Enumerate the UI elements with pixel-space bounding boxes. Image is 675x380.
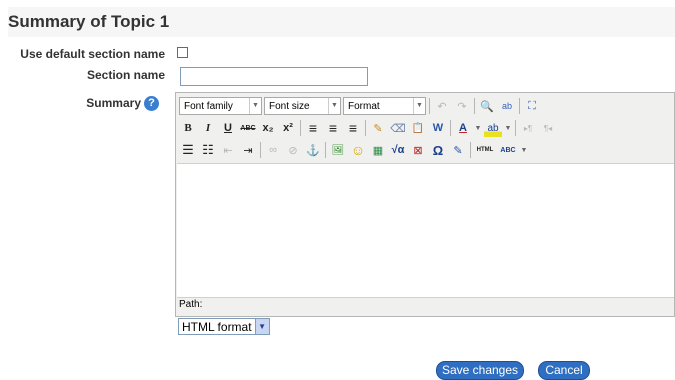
chevron-down-icon[interactable]: ▼ [504, 119, 512, 137]
align-right-icon[interactable]: ≡ [344, 119, 362, 137]
replace-icon[interactable]: ab [498, 97, 516, 115]
editor-toolbar-row-2: B I U ABC x₂ x² ≡ ≡ ≡ ✎ ⌫ 📋 W A ▼ ab ▼ ▸… [179, 118, 557, 138]
edit-table-icon[interactable]: ✎ [449, 141, 467, 159]
indent-icon[interactable]: ⇥ [239, 141, 257, 159]
separator [429, 98, 430, 114]
rtl-icon[interactable]: ¶◂ [539, 119, 557, 137]
image-icon[interactable]: 🖼 [329, 141, 347, 159]
text-format-select[interactable]: HTML format ▼ [178, 318, 270, 335]
subscript-icon[interactable]: x₂ [259, 119, 277, 137]
format-value: Format [348, 100, 380, 112]
chevron-down-icon: ▼ [413, 98, 425, 114]
font-color-icon[interactable]: A [454, 119, 472, 137]
section-name-label: Section name [86, 68, 165, 82]
unlink-icon[interactable]: ⊘ [284, 141, 302, 159]
html-editor: Font family ▼ Font size ▼ Format ▼ ↶ ↷ 🔍 ab… [175, 92, 675, 317]
link-icon[interactable]: ∞ [264, 141, 282, 159]
help-icon[interactable]: ? [144, 96, 159, 111]
chevron-down-icon[interactable]: ▼ [474, 119, 482, 137]
font-family-select[interactable]: Font family ▼ [179, 97, 262, 115]
anchor-icon[interactable]: ⚓ [304, 141, 322, 159]
redo-icon[interactable]: ↷ [453, 97, 471, 115]
emoticon-icon[interactable]: ☺ [349, 141, 367, 159]
separator [470, 142, 471, 158]
cancel-button[interactable]: Cancel [538, 361, 590, 380]
use-default-label: Use default section name [20, 47, 165, 61]
strikethrough-icon[interactable]: ABC [239, 119, 257, 137]
fullscreen-icon[interactable]: ⛶ [523, 97, 541, 115]
find-icon[interactable]: 🔍 [478, 97, 496, 115]
spellcheck-icon[interactable]: ABC [498, 141, 518, 159]
cleanup-icon[interactable]: ✎ [369, 119, 387, 137]
omega-icon[interactable]: Ω [429, 141, 447, 159]
editor-toolbar-row-1: Font family ▼ Font size ▼ Format ▼ ↶ ↷ 🔍 ab… [179, 96, 541, 116]
summary-label: Summary [86, 96, 141, 110]
separator [325, 142, 326, 158]
font-size-select[interactable]: Font size ▼ [264, 97, 341, 115]
bold-icon[interactable]: B [179, 119, 197, 137]
separator [519, 98, 520, 114]
paste-icon[interactable]: 📋 [409, 119, 427, 137]
font-family-value: Font family [184, 100, 233, 112]
italic-icon[interactable]: I [199, 119, 217, 137]
font-size-value: Font size [269, 100, 310, 112]
highlight-color-icon[interactable]: ab [484, 119, 502, 137]
equation-icon[interactable]: √α [389, 141, 407, 159]
html-source-icon[interactable]: HTML [474, 141, 496, 159]
separator [300, 120, 301, 136]
chevron-down-icon: ▼ [249, 98, 261, 114]
text-format-value: HTML format [182, 319, 252, 334]
nolink-icon[interactable]: ⊠ [409, 141, 427, 159]
format-select[interactable]: Format ▼ [343, 97, 426, 115]
separator [474, 98, 475, 114]
undo-icon[interactable]: ↶ [433, 97, 451, 115]
section-name-input[interactable] [180, 67, 368, 86]
separator [260, 142, 261, 158]
editor-toolbar-row-3: ☰ ☷ ⇤ ⇥ ∞ ⊘ ⚓ 🖼 ☺ ▦ √α ⊠ Ω ✎ HTML ABC ▼ [179, 140, 528, 160]
separator [450, 120, 451, 136]
editor-content-area[interactable] [177, 163, 674, 298]
editor-path-label: Path: [179, 299, 203, 310]
separator [515, 120, 516, 136]
superscript-icon[interactable]: x² [279, 119, 297, 137]
align-left-icon[interactable]: ≡ [304, 119, 322, 137]
save-changes-button[interactable]: Save changes [436, 361, 524, 380]
use-default-checkbox[interactable] [177, 47, 188, 58]
underline-icon[interactable]: U [219, 119, 237, 137]
bullet-list-icon[interactable]: ☰ [179, 141, 197, 159]
ltr-icon[interactable]: ▸¶ [519, 119, 537, 137]
media-icon[interactable]: ▦ [369, 141, 387, 159]
chevron-down-icon: ▼ [254, 319, 269, 334]
align-center-icon[interactable]: ≡ [324, 119, 342, 137]
paste-word-icon[interactable]: W [429, 119, 447, 137]
numbered-list-icon[interactable]: ☷ [199, 141, 217, 159]
chevron-down-icon: ▼ [328, 98, 340, 114]
chevron-down-icon[interactable]: ▼ [520, 141, 528, 159]
eraser-icon[interactable]: ⌫ [389, 119, 407, 137]
page-title: Summary of Topic 1 [8, 7, 675, 37]
outdent-icon[interactable]: ⇤ [219, 141, 237, 159]
separator [365, 120, 366, 136]
